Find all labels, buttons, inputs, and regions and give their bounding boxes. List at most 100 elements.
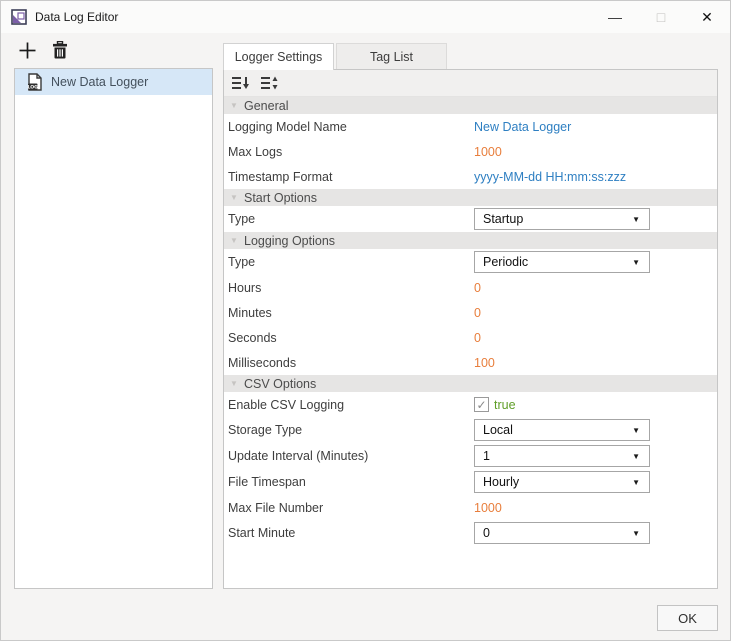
collapse-all-button[interactable] [231, 74, 251, 92]
chevron-down-icon: ▼ [632, 452, 640, 461]
dropdown-selected-value: Startup [483, 212, 523, 226]
property-label: Enable CSV Logging [224, 398, 474, 412]
property-row-minutes: Minutes 0 [224, 300, 717, 325]
chevron-down-icon: ▼ [632, 215, 640, 224]
property-row-storage-type: Storage Type Local ▼ [224, 417, 717, 443]
logger-settings-panel: ▼ General Logging Model Name New Data Lo… [223, 69, 718, 589]
property-row-timestamp-format: Timestamp Format yyyy-MM-dd HH:mm:ss:zzz [224, 164, 717, 189]
section-header-general[interactable]: ▼ General [224, 97, 717, 114]
logger-list-item-label: New Data Logger [51, 75, 148, 89]
hours-value[interactable]: 0 [474, 281, 481, 295]
property-label: Seconds [224, 331, 474, 345]
property-row-logging-type: Type Periodic ▼ [224, 249, 717, 275]
property-label: File Timespan [224, 475, 474, 489]
chevron-down-icon: ▼ [632, 258, 640, 267]
property-row-start-type: Type Startup ▼ [224, 206, 717, 232]
tab-tag-list[interactable]: Tag List [336, 43, 447, 69]
section-collapse-icon: ▼ [224, 232, 244, 249]
property-label: Max Logs [224, 145, 474, 159]
minutes-value[interactable]: 0 [474, 306, 481, 320]
tab-logger-settings[interactable]: Logger Settings [223, 43, 334, 70]
start-minute-dropdown[interactable]: 0 ▼ [474, 522, 650, 544]
section-title: Logging Options [244, 234, 335, 248]
property-label: Update Interval (Minutes) [224, 449, 474, 463]
property-row-file-timespan: File Timespan Hourly ▼ [224, 469, 717, 495]
property-row-start-minute: Start Minute 0 ▼ [224, 520, 717, 546]
dropdown-selected-value: Local [483, 423, 513, 437]
property-grid-toolbar [224, 70, 717, 97]
trash-icon [52, 41, 68, 59]
section-header-start-options[interactable]: ▼ Start Options [224, 189, 717, 206]
property-label: Timestamp Format [224, 170, 474, 184]
app-logo-icon [11, 9, 27, 25]
plus-icon [18, 41, 37, 60]
check-icon: ✓ [476, 398, 486, 412]
file-timespan-dropdown[interactable]: Hourly ▼ [474, 471, 650, 493]
dropdown-selected-value: Periodic [483, 255, 528, 269]
seconds-value[interactable]: 0 [474, 331, 481, 345]
timestamp-format-value[interactable]: yyyy-MM-dd HH:mm:ss:zzz [474, 170, 626, 184]
logger-list-toolbar [17, 39, 70, 61]
minimize-icon: — [608, 9, 622, 25]
property-label: Milliseconds [224, 356, 474, 370]
tab-tag-list-label: Tag List [370, 50, 413, 64]
data-log-editor-window: Data Log Editor — □ ✕ [0, 0, 731, 641]
log-file-icon: LOG [27, 73, 42, 91]
minimize-button[interactable]: — [592, 1, 638, 33]
enable-csv-logging-checkbox[interactable]: ✓ [474, 397, 489, 412]
chevron-down-icon: ▼ [632, 529, 640, 538]
max-file-number-value[interactable]: 1000 [474, 501, 502, 515]
max-logs-value[interactable]: 1000 [474, 145, 502, 159]
chevron-down-icon: ▼ [632, 478, 640, 487]
update-interval-dropdown[interactable]: 1 ▼ [474, 445, 650, 467]
property-label: Start Minute [224, 526, 474, 540]
logger-list: LOG New Data Logger [14, 68, 213, 589]
collapse-all-icon [232, 76, 250, 90]
section-title: Start Options [244, 191, 317, 205]
property-label: Logging Model Name [224, 120, 474, 134]
ok-button[interactable]: OK [657, 605, 718, 631]
logging-type-dropdown[interactable]: Periodic ▼ [474, 251, 650, 273]
dropdown-selected-value: 0 [483, 526, 490, 540]
property-row-max-file-number: Max File Number 1000 [224, 495, 717, 520]
section-collapse-icon: ▼ [224, 375, 244, 392]
logging-model-name-value[interactable]: New Data Logger [474, 120, 571, 134]
svg-text:LOG: LOG [28, 85, 39, 91]
property-row-hours: Hours 0 [224, 275, 717, 300]
ok-button-label: OK [678, 611, 697, 626]
property-row-seconds: Seconds 0 [224, 325, 717, 350]
delete-logger-button[interactable] [50, 39, 70, 61]
expand-all-button[interactable] [260, 74, 280, 92]
chevron-down-icon: ▼ [632, 426, 640, 435]
property-label: Type [224, 212, 474, 226]
start-type-dropdown[interactable]: Startup ▼ [474, 208, 650, 230]
editor-tabs: Logger Settings Tag List [223, 43, 447, 70]
property-label: Minutes [224, 306, 474, 320]
dropdown-selected-value: 1 [483, 449, 490, 463]
milliseconds-value[interactable]: 100 [474, 356, 495, 370]
property-label: Hours [224, 281, 474, 295]
property-row-enable-csv-logging: Enable CSV Logging ✓ true [224, 392, 717, 417]
logger-list-item[interactable]: LOG New Data Logger [15, 69, 212, 95]
property-row-max-logs: Max Logs 1000 [224, 139, 717, 164]
property-row-logging-model-name: Logging Model Name New Data Logger [224, 114, 717, 139]
property-label: Storage Type [224, 423, 474, 437]
expand-all-icon [261, 76, 279, 90]
section-title: General [244, 99, 288, 113]
property-row-milliseconds: Milliseconds 100 [224, 350, 717, 375]
section-title: CSV Options [244, 377, 316, 391]
dropdown-selected-value: Hourly [483, 475, 519, 489]
window-title: Data Log Editor [35, 10, 118, 24]
property-row-update-interval: Update Interval (Minutes) 1 ▼ [224, 443, 717, 469]
section-collapse-icon: ▼ [224, 189, 244, 206]
maximize-button[interactable]: □ [638, 1, 684, 33]
close-icon: ✕ [701, 9, 713, 26]
window-controls: — □ ✕ [592, 1, 730, 33]
section-header-logging-options[interactable]: ▼ Logging Options [224, 232, 717, 249]
titlebar: Data Log Editor — □ ✕ [1, 1, 730, 33]
section-header-csv-options[interactable]: ▼ CSV Options [224, 375, 717, 392]
close-button[interactable]: ✕ [684, 1, 730, 33]
add-logger-button[interactable] [17, 39, 37, 61]
storage-type-dropdown[interactable]: Local ▼ [474, 419, 650, 441]
property-label: Max File Number [224, 501, 474, 515]
